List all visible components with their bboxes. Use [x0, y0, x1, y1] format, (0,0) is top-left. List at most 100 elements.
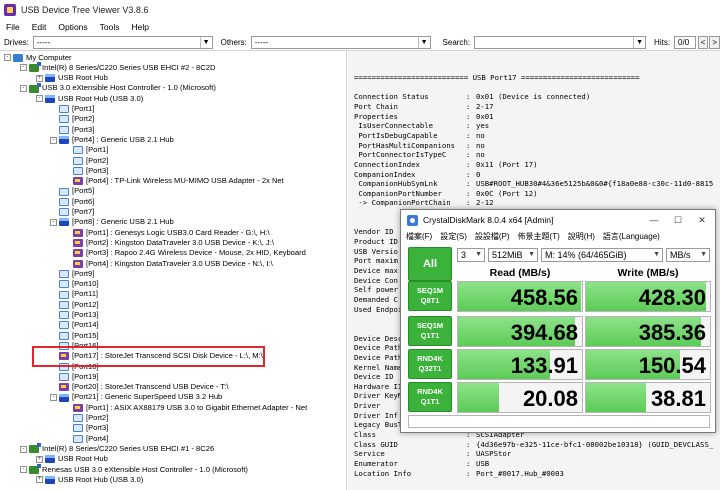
- collapse-icon[interactable]: -: [4, 54, 11, 62]
- expand-icon[interactable]: +: [36, 74, 43, 82]
- tree-node[interactable]: [Port11]: [50, 289, 98, 299]
- tree-node[interactable]: [Port2]: [64, 413, 108, 423]
- tree-node[interactable]: [Port9]: [50, 269, 94, 279]
- tree-node[interactable]: [Port5]: [50, 186, 94, 196]
- cdm-menu-file[interactable]: 檔案(F): [401, 231, 435, 242]
- tree-node[interactable]: [Port1] : ASIX AX88179 USB 3.0 to Gigabi…: [64, 403, 307, 413]
- unit-select[interactable]: MB/s ▼: [666, 248, 710, 262]
- chevron-down-icon[interactable]: ▼: [199, 36, 212, 48]
- detail-key: CompanionPortNumber: [354, 188, 442, 198]
- tree-node[interactable]: [Port4] : TP-Link Wireless MU-MIMO USB A…: [64, 176, 284, 186]
- detail-key: Device max: [354, 266, 398, 275]
- tree-node[interactable]: [Port1] : Genesys Logic USB3.0 Card Read…: [64, 228, 270, 238]
- tree-node[interactable]: [Port13]: [50, 310, 99, 320]
- test-button-3[interactable]: RND4K Q32T1: [408, 349, 452, 379]
- tree-node[interactable]: - Renesas USB 3.0 eXtensible Host Control…: [20, 463, 248, 475]
- search-input[interactable]: ▼: [474, 35, 647, 49]
- tree-node[interactable]: - USB Root Hub (USB 3.0): [36, 94, 143, 104]
- tree-node[interactable]: [Port7]: [50, 207, 94, 217]
- usb-port-icon: [59, 311, 69, 320]
- tree-node[interactable]: [Port19]: [50, 372, 99, 382]
- collapse-icon[interactable]: -: [20, 466, 27, 474]
- next-hit-button[interactable]: >: [709, 35, 720, 49]
- detail-value: USB: [476, 459, 490, 468]
- tree-node[interactable]: - [Port21] : Generic SuperSpeed USB 3.2 H…: [50, 392, 222, 402]
- tree-node[interactable]: + USB Root Hub: [36, 454, 108, 464]
- tree-node[interactable]: [Port20] : StoreJet Transcend USB Device…: [50, 382, 228, 392]
- tree-node[interactable]: [Port2]: [50, 114, 94, 124]
- collapse-icon[interactable]: -: [36, 95, 43, 103]
- tree-node[interactable]: [Port14]: [50, 320, 99, 330]
- tree-node-label: [Port21] : Generic SuperSpeed USB 3.2 Hu…: [72, 392, 223, 402]
- minimize-button[interactable]: —: [643, 213, 665, 227]
- cdm-menu-settings[interactable]: 設定(S): [435, 231, 470, 242]
- test-count-select[interactable]: 3 ▼: [457, 248, 485, 262]
- chevron-down-icon[interactable]: ▼: [633, 36, 645, 48]
- detail-colon: :: [466, 150, 471, 160]
- collapse-icon[interactable]: -: [20, 445, 27, 453]
- others-combo[interactable]: ----- ▼: [250, 35, 431, 49]
- test-button-1[interactable]: SEQ1M Q8T1: [408, 281, 452, 311]
- cdm-menu-help[interactable]: 說明(H): [563, 231, 598, 242]
- tree-node[interactable]: [Port4]: [64, 434, 108, 444]
- detail-key: PortHasMultiCompanions: [354, 140, 456, 150]
- menu-help[interactable]: Help: [126, 22, 155, 32]
- tree-node[interactable]: - Intel(R) 8 Series/C220 Series USB EHCI …: [20, 443, 214, 454]
- tree-node[interactable]: [Port3] : Rapoo 2.4G Wireless Device - M…: [64, 248, 306, 258]
- collapse-icon[interactable]: -: [20, 85, 27, 93]
- drives-combo[interactable]: ----- ▼: [32, 35, 213, 49]
- tree-node[interactable]: [Port1]: [50, 104, 94, 114]
- tree-node[interactable]: [Port6]: [50, 197, 94, 207]
- tree-node[interactable]: [Port12]: [50, 300, 99, 310]
- tree-node[interactable]: - USB 3.0 eXtensible Host Controller - 1.…: [20, 82, 216, 93]
- expand-icon[interactable]: +: [36, 476, 43, 484]
- all-tests-button[interactable]: All: [408, 247, 452, 281]
- expand-icon[interactable]: +: [36, 455, 43, 463]
- tree-node[interactable]: - [Port8] : Generic USB 2.1 Hub: [50, 217, 174, 227]
- maximize-button[interactable]: ☐: [667, 213, 689, 227]
- collapse-icon[interactable]: -: [20, 64, 27, 72]
- test-button-4[interactable]: RND4K Q1T1: [408, 382, 452, 412]
- collapse-icon[interactable]: -: [50, 218, 57, 226]
- chevron-down-icon[interactable]: ▼: [417, 36, 430, 48]
- comment-input[interactable]: [408, 415, 710, 428]
- crystaldiskmark-window[interactable]: CrystalDiskMark 8.0.4 x64 [Admin] — ☐ ✕ …: [400, 209, 716, 433]
- menu-file[interactable]: File: [0, 22, 26, 32]
- tree-node[interactable]: [Port2] : Kingston DataTraveler 3.0 USB …: [64, 238, 274, 248]
- close-button[interactable]: ✕: [691, 213, 713, 227]
- menu-tools[interactable]: Tools: [94, 22, 126, 32]
- tree-node[interactable]: - Intel(R) 8 Series/C220 Series USB EHCI …: [20, 61, 215, 73]
- tree-node[interactable]: [Port3]: [50, 125, 94, 135]
- device-tree[interactable]: - My Computer - Intel(R) 8 Series/C220 Seri…: [0, 51, 347, 490]
- tree-node[interactable]: + USB Root Hub: [36, 73, 108, 83]
- tree-node[interactable]: [Port10]: [50, 279, 99, 289]
- cdm-menu-theme[interactable]: 佈景主題(T): [513, 231, 563, 242]
- tree-node[interactable]: [Port3]: [64, 166, 108, 176]
- tree-node[interactable]: [Port15]: [50, 331, 99, 341]
- detail-value: 0x11 (Port 17): [476, 159, 538, 169]
- drives-label: Drives:: [4, 37, 29, 47]
- usb-port-icon: [73, 434, 83, 443]
- detail-row: PortHasMultiCompanions: no: [354, 140, 484, 151]
- menu-options[interactable]: Options: [52, 22, 93, 32]
- detail-value: no: [476, 150, 485, 160]
- tree-node[interactable]: [Port2]: [64, 156, 108, 166]
- drive-select[interactable]: M: 14% (64/465GiB) ▼: [541, 248, 663, 262]
- test-size-select[interactable]: 512MiB ▼: [488, 248, 538, 262]
- test-params: Q1T1: [420, 331, 440, 340]
- collapse-icon[interactable]: -: [50, 394, 57, 402]
- tree-node[interactable]: [Port3]: [64, 423, 108, 433]
- write-speed-bar: [586, 383, 646, 412]
- usb-port-icon: [59, 372, 69, 381]
- prev-hit-button[interactable]: <: [697, 35, 709, 49]
- tree-node[interactable]: + USB Root Hub (USB 3.0): [36, 475, 143, 485]
- cdm-menu-language[interactable]: 語言(Language): [598, 231, 663, 242]
- tree-node[interactable]: - [Port4] : Generic USB 2.1 Hub: [50, 135, 174, 145]
- tree-node[interactable]: [Port1]: [64, 145, 108, 155]
- menu-edit[interactable]: Edit: [26, 22, 53, 32]
- test-button-2[interactable]: SEQ1M Q1T1: [408, 316, 452, 346]
- write-speed-value: 150.54: [638, 353, 706, 378]
- tree-node[interactable]: [Port4] : Kingston DataTraveler 3.0 USB …: [64, 259, 273, 269]
- cdm-menu-profile[interactable]: 設設檔(P): [470, 231, 513, 242]
- collapse-icon[interactable]: -: [50, 136, 57, 144]
